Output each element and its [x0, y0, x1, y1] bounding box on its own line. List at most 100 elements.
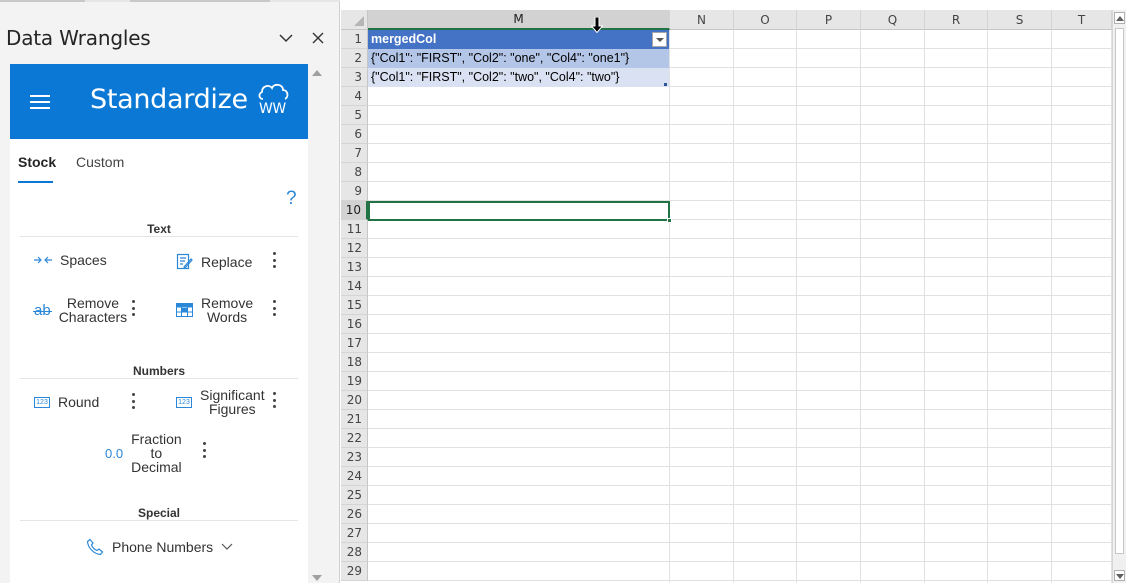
table-remove-icon [176, 303, 193, 317]
column-header-t[interactable]: T [1052, 10, 1112, 30]
column-header-s[interactable]: S [988, 10, 1052, 30]
column-header-r[interactable]: R [925, 10, 988, 30]
row-header-18[interactable]: 18 [341, 353, 368, 372]
row-header-29[interactable]: 29 [341, 562, 368, 581]
row-header-5[interactable]: 5 [341, 106, 368, 125]
close-pane-button[interactable] [308, 28, 328, 48]
table-cell[interactable]: {"Col1": "FIRST", "Col2": "two", "Col4":… [368, 68, 669, 87]
row-gridline [368, 409, 1112, 410]
column-header-n[interactable]: N [670, 10, 734, 30]
table-header-cell[interactable]: mergedCol [368, 30, 669, 49]
row-header-13[interactable]: 13 [341, 258, 368, 277]
fraction-to-decimal-button[interactable]: 0.0 Fraction to Decimal [105, 432, 182, 474]
pane-top-strip [0, 0, 340, 2]
row-header-11[interactable]: 11 [341, 220, 368, 239]
collapse-pane-button[interactable] [276, 28, 296, 48]
row-gridline [368, 428, 1112, 429]
row-header-25[interactable]: 25 [341, 486, 368, 505]
row-header-24[interactable]: 24 [341, 467, 368, 486]
table-cell[interactable]: {"Col1": "FIRST", "Col2": "one", "Col4":… [368, 49, 669, 68]
fill-handle[interactable] [667, 218, 672, 223]
column-header-m[interactable]: M [368, 10, 670, 30]
row-header-28[interactable]: 28 [341, 543, 368, 562]
tab-stock[interactable]: Stock [18, 154, 56, 170]
scroll-down-icon[interactable] [1114, 570, 1125, 581]
select-all-button[interactable] [341, 10, 368, 30]
row-header-22[interactable]: 22 [341, 429, 368, 448]
replace-button[interactable]: Replace [176, 253, 252, 270]
row-header-27[interactable]: 27 [341, 524, 368, 543]
remove-characters-more-button[interactable] [128, 298, 138, 318]
spaces-button[interactable]: Spaces [34, 253, 107, 267]
fraction-to-decimal-label-line3: Decimal [131, 459, 182, 475]
table-header-label: mergedCol [371, 32, 437, 46]
addin-header: Standardize WW [10, 64, 308, 139]
tab-custom[interactable]: Custom [76, 154, 124, 170]
row-header-26[interactable]: 26 [341, 505, 368, 524]
row-header-19[interactable]: 19 [341, 372, 368, 391]
row-header-4[interactable]: 4 [341, 87, 368, 106]
row-header-12[interactable]: 12 [341, 239, 368, 258]
spreadsheet: M N O P Q R S T 1 2 3 4 5 6 7 8 9 10 11 12 13 14 15 16 1… [341, 0, 1126, 583]
remove-characters-button[interactable]: ab Remove Characters [33, 296, 127, 324]
row-gridline [368, 523, 1112, 524]
row-header-10[interactable]: 10 [341, 201, 368, 220]
row-gridline [368, 561, 1112, 562]
row-header-16[interactable]: 16 [341, 315, 368, 334]
significant-figures-button[interactable]: 123 Significant Figures [176, 388, 265, 416]
row-header-2[interactable]: 2 [341, 49, 368, 68]
cell-grid[interactable]: mergedCol {"Col1": "FIRST", "Col2": "one… [368, 30, 1112, 583]
menu-button[interactable] [30, 95, 50, 109]
row-header-23[interactable]: 23 [341, 448, 368, 467]
row-header-6[interactable]: 6 [341, 125, 368, 144]
replace-more-button[interactable] [269, 250, 279, 270]
significant-figures-more-button[interactable] [269, 390, 279, 410]
pane-title: Data Wrangles [6, 26, 151, 50]
row-header-1[interactable]: 1 [341, 30, 368, 49]
strikethrough-ab-icon: ab [33, 302, 52, 319]
section-title-special: Special [129, 506, 189, 520]
row-gridline [368, 333, 1112, 334]
row-header-9[interactable]: 9 [341, 182, 368, 201]
row-gridline [368, 238, 1112, 239]
decimal-icon: 0.0 [105, 446, 123, 461]
fraction-to-decimal-more-button[interactable] [199, 440, 209, 460]
replace-label: Replace [201, 253, 253, 270]
active-cell-selection[interactable] [368, 201, 672, 223]
column-gridline [860, 30, 861, 583]
pane-scrollbar[interactable] [310, 64, 324, 583]
remove-words-button[interactable]: Remove Words [176, 296, 253, 324]
row-header-8[interactable]: 8 [341, 163, 368, 182]
row-header-14[interactable]: 14 [341, 277, 368, 296]
row-gridline [368, 447, 1112, 448]
row-header-20[interactable]: 20 [341, 391, 368, 410]
row-header-3[interactable]: 3 [341, 68, 368, 87]
wrangles-logo: WW [254, 80, 294, 120]
table-resize-handle[interactable] [664, 83, 667, 86]
phone-numbers-button[interactable]: Phone Numbers [86, 538, 233, 556]
help-icon[interactable]: ? [286, 188, 297, 210]
round-more-button[interactable] [128, 391, 138, 411]
remove-words-label: Remove Words [201, 296, 253, 324]
row-header-17[interactable]: 17 [341, 334, 368, 353]
logo-text: WW [259, 101, 286, 117]
row-header-21[interactable]: 21 [341, 410, 368, 429]
round-button[interactable]: 123 Round [34, 395, 99, 409]
column-select-cursor-icon [591, 17, 603, 33]
column-header-p[interactable]: P [797, 10, 861, 30]
section-title-text: Text [139, 222, 179, 236]
arrows-inward-icon [34, 255, 52, 265]
row-header-15[interactable]: 15 [341, 296, 368, 315]
scroll-up-icon[interactable] [312, 70, 322, 76]
chevron-down-icon [279, 33, 293, 42]
filter-dropdown-button[interactable] [652, 32, 667, 47]
row-gridline [368, 371, 1112, 372]
remove-words-more-button[interactable] [269, 298, 279, 318]
scroll-down-icon[interactable] [312, 575, 322, 581]
scroll-up-icon[interactable] [1114, 12, 1125, 24]
scrollbar-thumb[interactable] [1115, 28, 1124, 554]
column-header-q[interactable]: Q [861, 10, 925, 30]
sheet-vertical-scrollbar[interactable] [1112, 10, 1126, 583]
column-header-o[interactable]: O [734, 10, 797, 30]
row-header-7[interactable]: 7 [341, 144, 368, 163]
